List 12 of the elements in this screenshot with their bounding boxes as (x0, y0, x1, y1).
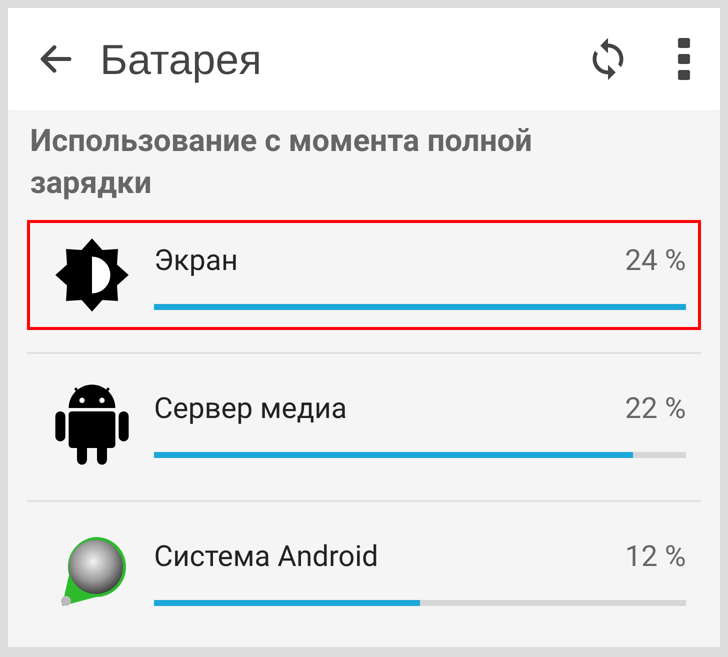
usage-percent: 22 % (624, 391, 686, 428)
battery-usage-row[interactable]: Экран 24 % (27, 220, 701, 330)
battery-usage-row[interactable]: Система Android 12 % (27, 516, 701, 626)
usage-percent: 24 % (624, 243, 686, 280)
section-title: Использование с момента полной зарядки (29, 121, 534, 203)
app-name: Экран (154, 243, 238, 280)
more-vertical-icon (677, 36, 691, 82)
battery-usage-row[interactable]: Сервер медиа 22 % (27, 368, 701, 478)
app-bar-title: Батарея (100, 34, 262, 85)
app-name: Система Android (154, 539, 378, 576)
app-name: Сервер медиа (154, 391, 347, 428)
usage-percent: 12 % (624, 539, 686, 576)
